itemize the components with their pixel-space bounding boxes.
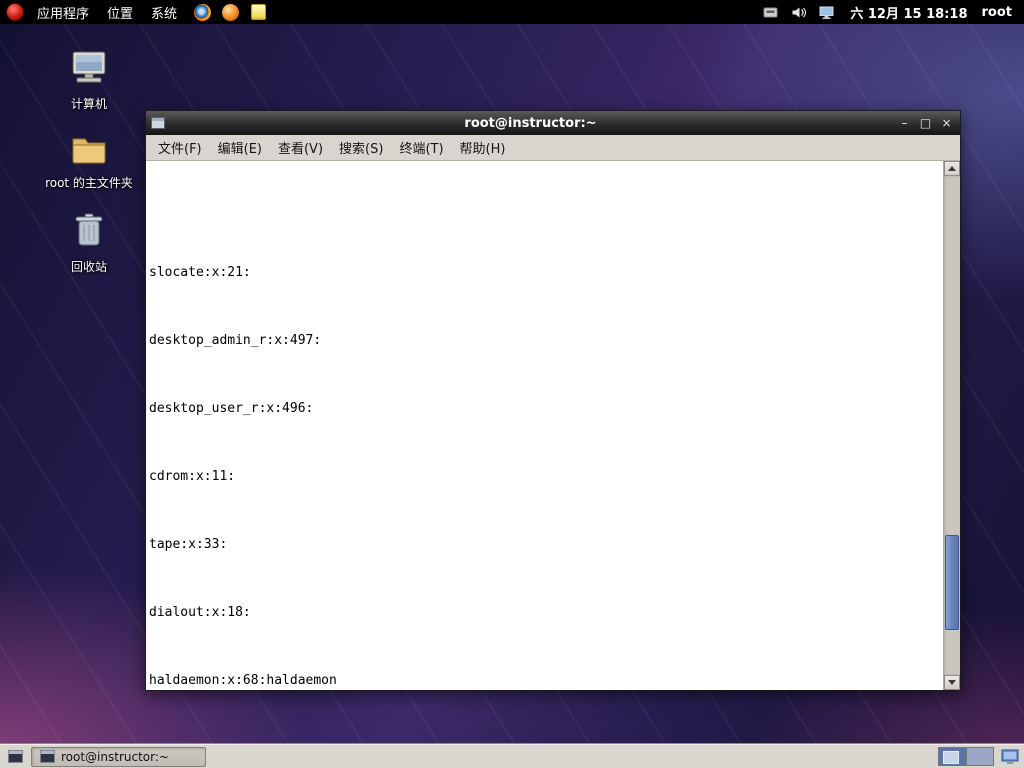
firefox-glyph	[193, 3, 211, 21]
terminal-line: haldaemon:x:68:haldaemon	[149, 673, 337, 688]
terminal-window-icon	[151, 117, 165, 129]
terminal-line: desktop_admin_r:x:497:	[149, 333, 322, 348]
globe-glyph	[221, 3, 239, 21]
display-icon[interactable]	[817, 3, 835, 21]
terminal-task-icon	[40, 750, 55, 763]
taskbar-right	[938, 747, 1020, 766]
panel-menu-item[interactable]: 应用程序	[28, 0, 98, 25]
terminal-line: slocate:x:21:	[149, 265, 251, 280]
desktop: 应用程序 位置 系统 六 12月 15 18:18 root 计算机 root …	[0, 0, 1024, 768]
panel-menu-item[interactable]: 系统	[142, 0, 186, 25]
window-title: root@instructor:~	[464, 115, 597, 131]
desktop-icon-label: 回收站	[70, 260, 107, 274]
panel-menu-item[interactable]: 位置	[98, 0, 142, 25]
workspace-switcher[interactable]	[938, 747, 994, 766]
desktop-icon-label: 计算机	[70, 97, 107, 111]
redhat-menu-icon[interactable]	[6, 3, 24, 21]
scrollbar-thumb[interactable]	[945, 535, 959, 631]
desktop-icon-computer[interactable]: 计算机	[43, 50, 135, 112]
desktop-icon-home-folder[interactable]: root 的主文件夹	[43, 131, 135, 191]
terminal-window: root@instructor:~ – □ × 文件(F) 编辑(E) 查看(V…	[145, 110, 961, 691]
computer-icon	[67, 50, 111, 92]
minimize-button[interactable]: –	[896, 115, 913, 132]
mini-terminal-icon	[7, 750, 23, 763]
panel-applet-icon[interactable]	[1000, 748, 1020, 766]
clock[interactable]: 六 12月 15 18:18	[842, 3, 975, 22]
desktop-icon-trash[interactable]: 回收站	[43, 211, 135, 275]
terminal-lines: slocate:x:21: desktop_admin_r:x:497: des…	[149, 196, 943, 690]
workspace-2[interactable]	[966, 748, 993, 765]
desktop-icon-label: root 的主文件夹	[45, 176, 133, 190]
terminal-output-area[interactable]: slocate:x:21: desktop_admin_r:x:497: des…	[146, 161, 943, 690]
workspace-1[interactable]	[939, 748, 966, 765]
menu-item[interactable]: 终端(T)	[391, 134, 451, 161]
maximize-button[interactable]: □	[917, 115, 934, 132]
card-reader-icon[interactable]	[761, 3, 779, 21]
show-desktop-button[interactable]	[4, 747, 26, 767]
terminal-line: dialout:x:18:	[149, 605, 251, 620]
titlebar[interactable]: root@instructor:~ – □ ×	[146, 111, 960, 135]
taskbar: root@instructor:~	[0, 744, 1024, 768]
terminal-line: tape:x:33:	[149, 537, 228, 552]
terminal-scrollbar[interactable]	[943, 161, 960, 690]
volume-icon[interactable]	[789, 3, 807, 21]
arrow-up-icon	[948, 166, 956, 171]
terminal-body[interactable]: slocate:x:21: desktop_admin_r:x:497: des…	[146, 161, 960, 690]
terminal-line: desktop_user_r:x:496:	[149, 401, 314, 416]
scroll-up-button[interactable]	[944, 161, 960, 176]
terminal-line: cdrom:x:11:	[149, 469, 236, 484]
firefox-icon[interactable]	[192, 2, 212, 22]
terminal-menubar: 文件(F) 编辑(E) 查看(V) 搜索(S) 终端(T) 帮助(H)	[146, 135, 960, 161]
web-globe-icon[interactable]	[220, 2, 240, 22]
top-panel: 应用程序 位置 系统 六 12月 15 18:18 root	[0, 0, 1024, 24]
close-button[interactable]: ×	[938, 115, 955, 132]
task-label: root@instructor:~	[61, 749, 169, 764]
panel-menus: 应用程序 位置 系统	[28, 0, 186, 25]
arrow-down-icon	[948, 680, 956, 685]
menu-item[interactable]: 帮助(H)	[452, 134, 514, 161]
note-icon[interactable]	[248, 2, 268, 22]
menu-item[interactable]: 搜索(S)	[331, 134, 391, 161]
menu-item[interactable]: 查看(V)	[270, 134, 331, 161]
menu-item[interactable]: 编辑(E)	[210, 134, 270, 161]
user-indicator[interactable]: root	[980, 5, 1019, 20]
home-folder-icon	[67, 131, 111, 171]
trash-icon	[69, 211, 109, 255]
note-glyph	[250, 4, 266, 20]
scroll-down-button[interactable]	[944, 675, 960, 690]
menu-item[interactable]: 文件(F)	[150, 134, 210, 161]
scrollbar-track[interactable]	[944, 176, 960, 675]
task-button-terminal[interactable]: root@instructor:~	[31, 746, 206, 767]
